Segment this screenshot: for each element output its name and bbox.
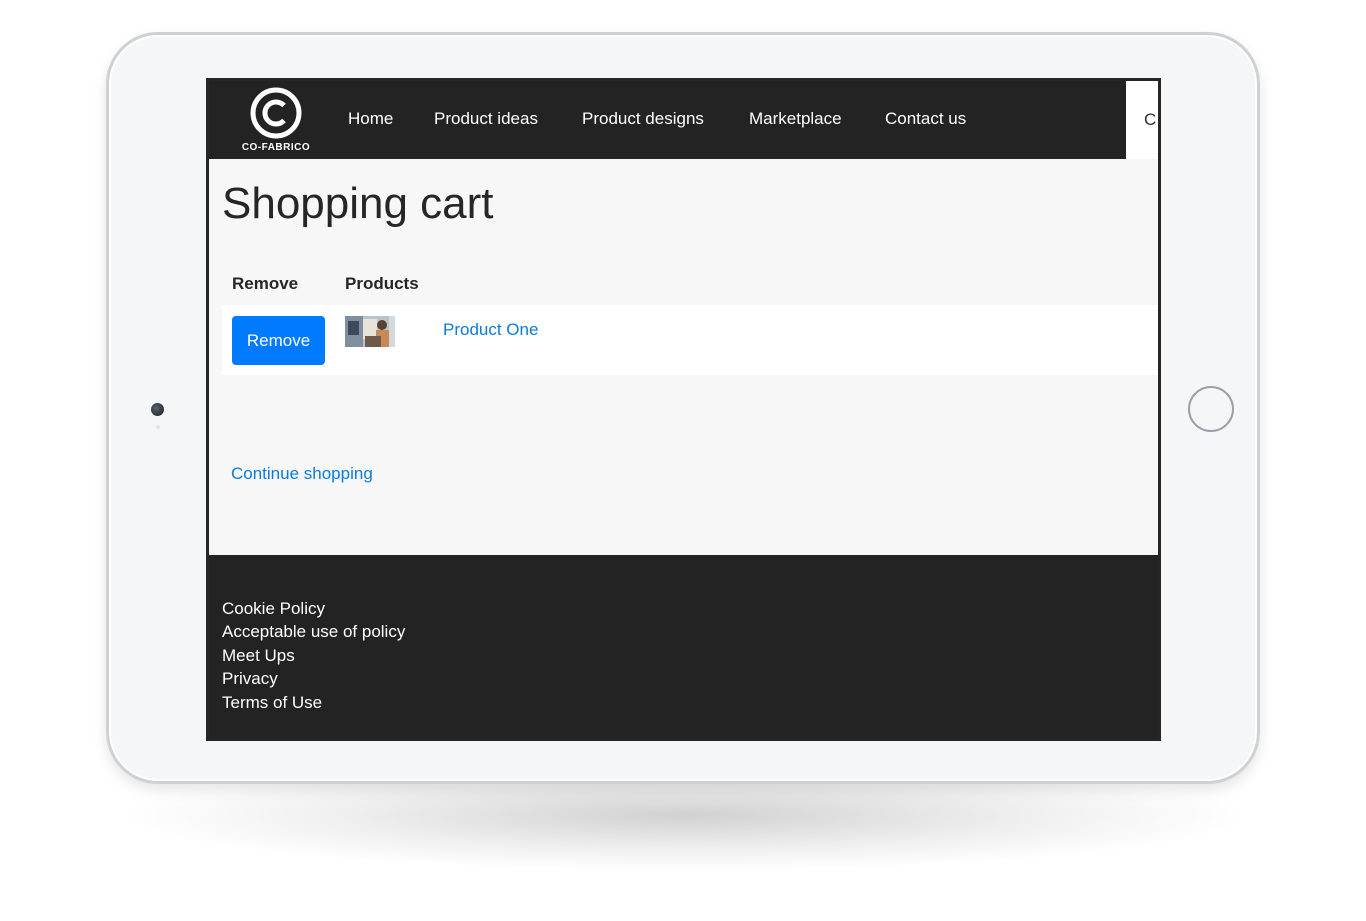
footer-link-privacy[interactable]: Privacy [222, 669, 278, 688]
column-header-remove: Remove [232, 274, 299, 293]
nav-overflow-item[interactable]: C [1126, 81, 1158, 159]
nav-overflow-label: C [1144, 110, 1157, 129]
navbar: CO-FABRICO Home Product ideas Product de… [209, 81, 1126, 159]
footer-link-cookie-policy[interactable]: Cookie Policy [222, 599, 325, 618]
column-header-products: Products [345, 274, 419, 293]
screen: CO-FABRICO Home Product ideas Product de… [206, 78, 1161, 741]
footer-item: Meet Ups [222, 644, 405, 667]
continue-shopping-link[interactable]: Continue shopping [231, 464, 373, 484]
stage: CO-FABRICO Home Product ideas Product de… [0, 0, 1366, 921]
footer-item: Terms of Use [222, 691, 405, 714]
nav-product-designs[interactable]: Product designs [582, 109, 704, 129]
remove-button[interactable]: Remove [232, 316, 325, 365]
camera-icon [151, 403, 164, 416]
home-button[interactable] [1188, 386, 1234, 432]
footer-link-meet-ups[interactable]: Meet Ups [222, 646, 295, 665]
cart-row: Remove Product One [222, 305, 1158, 375]
footer-link-acceptable-use[interactable]: Acceptable use of policy [222, 622, 405, 641]
footer-links: Cookie Policy Acceptable use of policy M… [222, 597, 405, 714]
footer-item: Privacy [222, 667, 405, 690]
nav-contact-us[interactable]: Contact us [885, 109, 966, 129]
footer-item: Cookie Policy [222, 597, 405, 620]
copyright-c-logo-icon [250, 87, 302, 139]
brand-name: CO-FABRICO [241, 142, 311, 153]
brand-logo[interactable]: CO-FABRICO [240, 87, 312, 153]
product-thumbnail[interactable] [345, 316, 395, 347]
nav-marketplace[interactable]: Marketplace [749, 109, 842, 129]
product-link[interactable]: Product One [443, 320, 538, 340]
nav-product-ideas[interactable]: Product ideas [434, 109, 538, 129]
page-title: Shopping cart [222, 179, 494, 228]
footer-item: Acceptable use of policy [222, 620, 405, 643]
nav-home[interactable]: Home [348, 109, 393, 129]
footer: Cookie Policy Acceptable use of policy M… [209, 555, 1158, 738]
sensor-dot [156, 425, 160, 429]
footer-link-terms-of-use[interactable]: Terms of Use [222, 693, 322, 712]
product-photo-thumbnail-icon [345, 316, 395, 347]
